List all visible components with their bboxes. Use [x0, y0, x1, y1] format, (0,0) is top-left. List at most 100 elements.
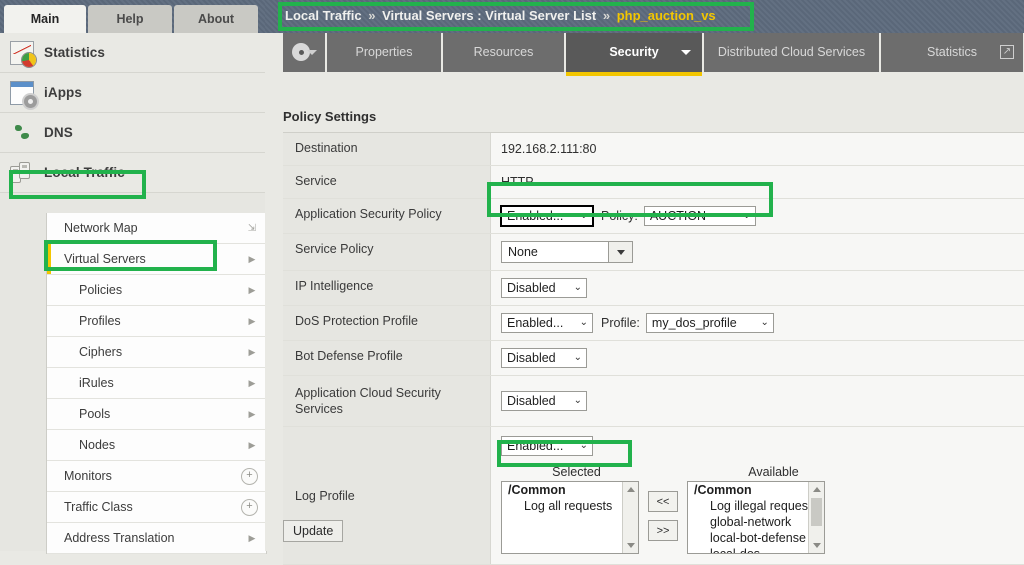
nav-tab-help-label: Help: [116, 12, 144, 26]
tab-properties-label: Properties: [355, 45, 413, 59]
tab-resources[interactable]: Resources: [443, 33, 565, 72]
application-cloud-security-services-value: Disabled: [507, 394, 556, 408]
popout-icon: ⇲: [247, 222, 257, 234]
sidebar-item-profiles[interactable]: Profiles ▶: [47, 306, 266, 337]
nav-tab-about[interactable]: About: [174, 5, 258, 33]
log-profile-dual-list: /Common Log all requests << >> /Common L…: [501, 481, 825, 554]
scroll-down-icon[interactable]: [809, 539, 824, 552]
nav-tab-main[interactable]: Main: [4, 5, 86, 33]
tab-properties[interactable]: Properties: [327, 33, 442, 72]
row-value-application-cloud-security-services: Disabled ⌄: [491, 376, 1024, 426]
selected-list-scrollbar[interactable]: [622, 482, 638, 553]
list-item[interactable]: global-network: [688, 514, 824, 530]
sidebar-item-monitors-label: Monitors: [64, 469, 112, 483]
move-left-button[interactable]: <<: [648, 491, 678, 512]
dos-protection-state-select[interactable]: Enabled... ⌄: [501, 313, 593, 333]
table-row: IP Intelligence Disabled ⌄: [283, 271, 1024, 306]
chevron-right-icon: ▶: [248, 532, 256, 543]
row-value-service: HTTP: [501, 175, 534, 189]
sidebar-item-iapps[interactable]: iApps: [0, 73, 265, 113]
breadcrumb-part1[interactable]: Local Traffic: [285, 8, 362, 23]
dos-protection-state-value: Enabled...: [507, 316, 564, 330]
table-row: Bot Defense Profile Disabled ⌄: [283, 341, 1024, 376]
list-item[interactable]: Log illegal requests: [688, 498, 824, 514]
sidebar-item-local-traffic[interactable]: Local Traffic: [0, 153, 265, 193]
sidebar-item-network-map[interactable]: Network Map ⇲: [47, 213, 266, 244]
log-profile-state-value: Enabled...: [507, 439, 564, 453]
bot-defense-profile-select[interactable]: Disabled ⌄: [501, 348, 587, 368]
sidebar-item-profiles-label: Profiles: [79, 314, 121, 328]
breadcrumb-part2[interactable]: Virtual Servers : Virtual Server List: [382, 8, 596, 23]
row-value-service-policy: None: [491, 234, 1024, 270]
scrollbar-thumb[interactable]: [811, 498, 822, 526]
list-item[interactable]: local-dos: [688, 546, 824, 553]
content-tab-bar: Properties Resources Security Distribute…: [265, 33, 1024, 76]
log-profile-state-select[interactable]: Enabled... ⌄: [501, 436, 593, 456]
policy-label: Policy:: [601, 209, 638, 223]
breadcrumb: Local Traffic » Virtual Servers : Virtua…: [285, 8, 716, 23]
selected-log-profiles-listbox[interactable]: /Common Log all requests: [501, 481, 639, 554]
scroll-up-icon[interactable]: [623, 483, 638, 496]
chevron-down-icon: ⌄: [579, 209, 588, 221]
sidebar-main-items: Statistics iApps DNS Local Traffic: [0, 33, 265, 193]
list-item[interactable]: Log all requests: [502, 498, 638, 514]
scroll-up-icon[interactable]: [809, 483, 824, 496]
service-policy-dropdown-button[interactable]: [609, 241, 633, 263]
application-security-policy-name-select[interactable]: AUCTION ⌄: [643, 206, 756, 226]
list-item[interactable]: /Common: [502, 482, 638, 498]
sidebar-item-nodes-label: Nodes: [79, 438, 116, 452]
ip-intelligence-select[interactable]: Disabled ⌄: [501, 278, 587, 298]
available-log-profiles-listbox[interactable]: /Common Log illegal requests global-netw…: [687, 481, 825, 554]
chevron-right-icon: ▶: [248, 253, 256, 264]
tab-distributed-cloud-services[interactable]: Distributed Cloud Services: [704, 33, 880, 72]
sidebar-item-address-translation[interactable]: Address Translation ▶: [47, 523, 266, 554]
sidebar-item-pools[interactable]: Pools ▶: [47, 399, 266, 430]
application-security-policy-state-select[interactable]: Enabled... ⌄: [500, 205, 594, 227]
chevron-down-icon: ⌄: [760, 316, 769, 328]
sidebar-item-virtual-servers-label: Virtual Servers: [64, 252, 146, 266]
chevron-down-icon[interactable]: [681, 50, 691, 55]
list-item[interactable]: local-bot-defense: [688, 530, 824, 546]
statistics-chart-icon: [10, 40, 36, 67]
row-label-ip-intelligence: IP Intelligence: [283, 271, 491, 305]
tab-statistics-label: Statistics: [926, 45, 977, 59]
sidebar-item-dns[interactable]: DNS: [0, 113, 265, 153]
sidebar-item-nodes[interactable]: Nodes ▶: [47, 430, 266, 461]
log-profile-list-headers: Selected Available: [501, 465, 849, 479]
nav-tab-main-label: Main: [30, 12, 60, 26]
dos-protection-profile-value: my_dos_profile: [651, 316, 737, 330]
list-item[interactable]: /Common: [688, 482, 824, 498]
chevron-down-icon: [307, 50, 317, 55]
ip-intelligence-value: Disabled: [507, 281, 556, 295]
dos-protection-profile-select[interactable]: my_dos_profile ⌄: [645, 313, 774, 333]
table-row: Application Cloud Security Services Disa…: [283, 376, 1024, 427]
nav-tab-help[interactable]: Help: [88, 5, 172, 33]
tab-security[interactable]: Security: [566, 33, 703, 76]
row-value-dos-protection-profile: Enabled... ⌄ Profile: my_dos_profile ⌄: [491, 306, 1024, 340]
chevron-down-icon: ⌄: [579, 316, 588, 328]
sidebar: Main Help About Statistics iApps DNS Loc…: [0, 0, 267, 554]
breadcrumb-separator: »: [602, 8, 611, 23]
chevron-right-icon: ▶: [248, 315, 256, 326]
update-button[interactable]: Update: [283, 520, 344, 542]
scroll-down-icon[interactable]: [623, 539, 638, 552]
tab-gear-menu[interactable]: [283, 33, 326, 72]
sidebar-item-monitors[interactable]: Monitors +: [47, 461, 266, 492]
move-right-button[interactable]: >>: [648, 520, 678, 541]
sidebar-item-statistics[interactable]: Statistics: [0, 33, 265, 73]
sidebar-item-policies[interactable]: Policies ▶: [47, 275, 266, 306]
sidebar-item-irules[interactable]: iRules ▶: [47, 368, 266, 399]
sidebar-item-ciphers[interactable]: Ciphers ▶: [47, 337, 266, 368]
service-policy-select[interactable]: None: [501, 241, 633, 263]
sidebar-item-traffic-class[interactable]: Traffic Class +: [47, 492, 266, 523]
popout-icon[interactable]: ↗: [1000, 45, 1014, 59]
sidebar-item-traffic-class-label: Traffic Class: [64, 500, 133, 514]
plus-circle-icon[interactable]: +: [241, 467, 258, 485]
tab-statistics[interactable]: Statistics ↗: [881, 33, 1024, 72]
plus-circle-icon[interactable]: +: [241, 498, 258, 516]
available-list-scrollbar[interactable]: [808, 482, 824, 553]
chevron-right-icon: ▶: [248, 377, 256, 388]
chevron-down-icon: ⌄: [573, 281, 582, 293]
sidebar-item-virtual-servers[interactable]: Virtual Servers ▶: [47, 244, 266, 275]
application-cloud-security-services-select[interactable]: Disabled ⌄: [501, 391, 587, 411]
